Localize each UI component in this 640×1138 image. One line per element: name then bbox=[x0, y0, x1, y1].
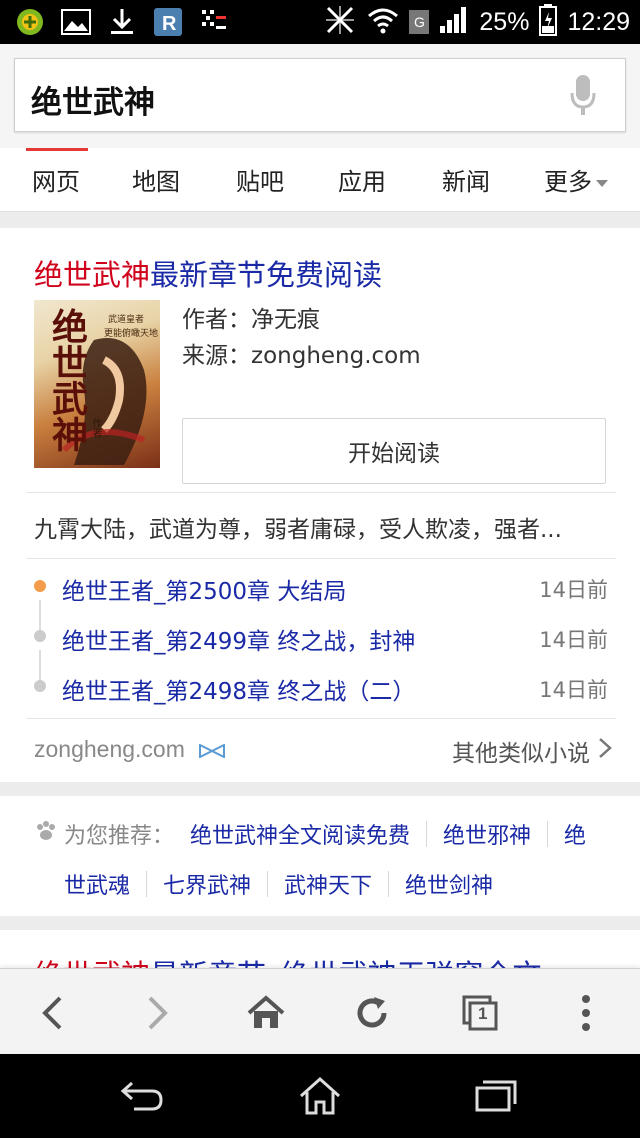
refresh-icon[interactable] bbox=[348, 989, 396, 1037]
cover-tagline-2: 更能俯瞰天地 bbox=[104, 329, 159, 339]
start-reading-button[interactable]: 开始阅读 bbox=[182, 418, 606, 484]
recommend-link[interactable]: 七界武神 bbox=[163, 868, 251, 900]
chapter-item[interactable]: 绝世王者_第2499章 终之战，封神 14日前 bbox=[34, 618, 608, 658]
back-icon[interactable] bbox=[28, 989, 76, 1037]
similar-novels-label: 其他类似小说 bbox=[452, 741, 590, 767]
nav-home-icon[interactable] bbox=[290, 1070, 350, 1122]
airplane-off-icon bbox=[323, 3, 357, 41]
similar-novels-link[interactable]: 其他类似小说 bbox=[452, 734, 612, 768]
tab-more-label: 更多 bbox=[544, 168, 592, 196]
tab-more[interactable]: 更多 bbox=[544, 162, 608, 197]
separator bbox=[267, 871, 269, 897]
divider bbox=[26, 558, 616, 559]
chapter-item[interactable]: 绝世王者_第2498章 终之战（二） 14日前 bbox=[34, 668, 608, 708]
menu-icon[interactable] bbox=[562, 989, 610, 1037]
separator bbox=[388, 871, 390, 897]
chevron-right-icon bbox=[598, 737, 612, 765]
result-card: 绝世武神最新章节免费阅读 绝世武神 武道皇者 更能俯瞰天地 作者 作者：净无痕 … bbox=[0, 228, 640, 782]
r-app-icon: R bbox=[152, 6, 184, 38]
book-cover[interactable]: 绝世武神 武道皇者 更能俯瞰天地 作者 bbox=[34, 300, 160, 468]
result-title-rest: 最新章节免费阅读 bbox=[150, 258, 383, 292]
next-result-card: 绝世武神最新章节_绝世武神无弹窗全文 bbox=[0, 930, 640, 970]
recommend-card: 为您推荐： 绝世武神全文阅读免费 绝世邪神 绝 世武魂 七界武神 武神天下 绝世… bbox=[0, 796, 640, 916]
forward-icon[interactable] bbox=[134, 989, 182, 1037]
shield-app-icon bbox=[14, 6, 46, 38]
tabs-icon[interactable]: 1 bbox=[456, 989, 504, 1037]
divider bbox=[26, 718, 616, 719]
recommend-row: 为您推荐： 绝世武神全文阅读免费 绝世邪神 绝 bbox=[34, 818, 586, 850]
svg-text:R: R bbox=[162, 13, 177, 35]
divider bbox=[26, 492, 616, 493]
tab-web[interactable]: 网页 bbox=[26, 148, 88, 197]
chapter-time: 14日前 bbox=[539, 578, 608, 602]
tab-tieba[interactable]: 贴吧 bbox=[236, 162, 284, 197]
search-input[interactable]: 绝世武神 bbox=[14, 58, 626, 132]
result-title-highlight: 绝世武神 bbox=[34, 258, 151, 292]
search-query[interactable]: 绝世武神 bbox=[31, 77, 155, 122]
gallery-icon bbox=[60, 6, 92, 38]
tab-map[interactable]: 地图 bbox=[132, 162, 180, 197]
network-badge: G bbox=[409, 10, 430, 34]
signal-icon bbox=[439, 6, 469, 38]
battery-percent: 25% bbox=[479, 7, 530, 36]
result-title[interactable]: 绝世武神最新章节免费阅读 bbox=[34, 252, 382, 294]
nav-recents-icon[interactable] bbox=[466, 1070, 526, 1122]
recommend-link[interactable]: 绝世邪神 bbox=[443, 818, 531, 850]
chapter-title[interactable]: 绝世王者_第2499章 终之战，封神 bbox=[62, 622, 415, 656]
nav-back-icon[interactable] bbox=[112, 1070, 172, 1122]
clock: 12:29 bbox=[567, 7, 630, 36]
cover-author-mark: 作者 bbox=[90, 418, 101, 438]
recommend-label: 为您推荐： bbox=[64, 824, 175, 849]
status-bar: R G 25% 12:29 bbox=[0, 0, 640, 44]
recommend-link[interactable]: 绝世剑神 bbox=[405, 868, 493, 900]
tab-count: 1 bbox=[478, 1004, 488, 1023]
paw-icon bbox=[34, 819, 58, 849]
recommend-link[interactable]: 武神天下 bbox=[284, 868, 372, 900]
separator bbox=[146, 871, 148, 897]
home-icon[interactable] bbox=[242, 989, 290, 1037]
search-header: 绝世武神 bbox=[0, 44, 640, 148]
browser-toolbar: 1 bbox=[0, 968, 640, 1054]
book-source: 来源：zongheng.com bbox=[182, 343, 421, 369]
chapter-title[interactable]: 绝世王者_第2498章 终之战（二） bbox=[62, 672, 415, 706]
tab-news[interactable]: 新闻 bbox=[442, 162, 490, 197]
chapter-title[interactable]: 绝世王者_第2500章 大结局 bbox=[62, 572, 346, 606]
source-site[interactable]: zongheng.com bbox=[34, 736, 226, 764]
timeline-dot bbox=[34, 680, 46, 692]
timeline-dot-latest bbox=[34, 580, 46, 592]
chapter-item[interactable]: 绝世王者_第2500章 大结局 14日前 bbox=[34, 568, 608, 608]
microphone-icon[interactable] bbox=[569, 73, 597, 119]
category-tabs: 网页 地图 贴吧 应用 新闻 更多 bbox=[0, 148, 640, 212]
source-site-label: zongheng.com bbox=[34, 736, 185, 762]
recommend-row: 世武魂 七界武神 武神天下 绝世剑神 bbox=[64, 868, 493, 900]
chapter-time: 14日前 bbox=[539, 628, 608, 652]
recommend-link[interactable]: 绝 bbox=[564, 818, 586, 850]
separator bbox=[426, 821, 428, 847]
recommend-link[interactable]: 世武魂 bbox=[64, 868, 130, 900]
cover-title-text: 绝世武神 bbox=[46, 308, 88, 452]
timeline-dot bbox=[34, 630, 46, 642]
wifi-icon bbox=[367, 6, 399, 38]
separator bbox=[547, 821, 549, 847]
book-author: 作者：净无痕 bbox=[182, 307, 320, 333]
flag-icon bbox=[198, 6, 230, 38]
chapter-time: 14日前 bbox=[539, 678, 608, 702]
battery-icon bbox=[539, 4, 558, 40]
recommend-link[interactable]: 绝世武神全文阅读免费 bbox=[190, 818, 410, 850]
android-nav-bar bbox=[0, 1054, 640, 1138]
tab-apps[interactable]: 应用 bbox=[338, 162, 386, 197]
chevron-down-icon bbox=[596, 179, 608, 187]
download-icon bbox=[106, 6, 138, 38]
book-description: 九霄大陆，武道为尊，弱者庸碌，受人欺凌，强者... bbox=[34, 517, 562, 543]
cover-tagline-1: 武道皇者 bbox=[108, 315, 145, 325]
bow-icon bbox=[199, 737, 226, 764]
